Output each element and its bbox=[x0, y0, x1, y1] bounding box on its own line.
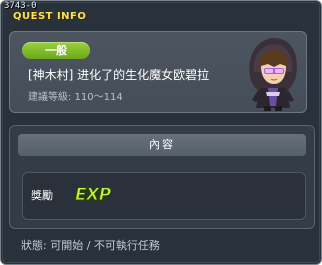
window-title: QUEST INFO bbox=[13, 11, 87, 22]
recommended-level: 建議等級: 110～114 bbox=[28, 92, 123, 103]
quest-id: 3743-0 bbox=[4, 1, 37, 11]
content-header: 內容 bbox=[18, 134, 306, 156]
reward-label: 獎勵 bbox=[31, 189, 53, 202]
quest-info-window: 3743-0 QUEST INFO 一般 [神木村] 进化了的生化魔女欧碧拉 建… bbox=[0, 0, 322, 265]
exp-icon: EXP bbox=[75, 185, 112, 206]
quest-name: [神木村] 进化了的生化魔女欧碧拉 bbox=[28, 68, 210, 82]
quest-status: 狀態: 可開始 / 不可執行任務 bbox=[21, 239, 160, 252]
quest-category-badge: 一般 bbox=[22, 42, 90, 59]
npc-portrait-icon bbox=[249, 38, 297, 111]
title-bar[interactable]: 3743-0 QUEST INFO bbox=[1, 1, 321, 25]
quest-content-panel: 內容 獎勵 EXP bbox=[9, 125, 315, 229]
reward-box: 獎勵 EXP bbox=[22, 172, 306, 220]
quest-summary-panel: 一般 [神木村] 进化了的生化魔女欧碧拉 建議等級: 110～114 bbox=[9, 31, 307, 113]
